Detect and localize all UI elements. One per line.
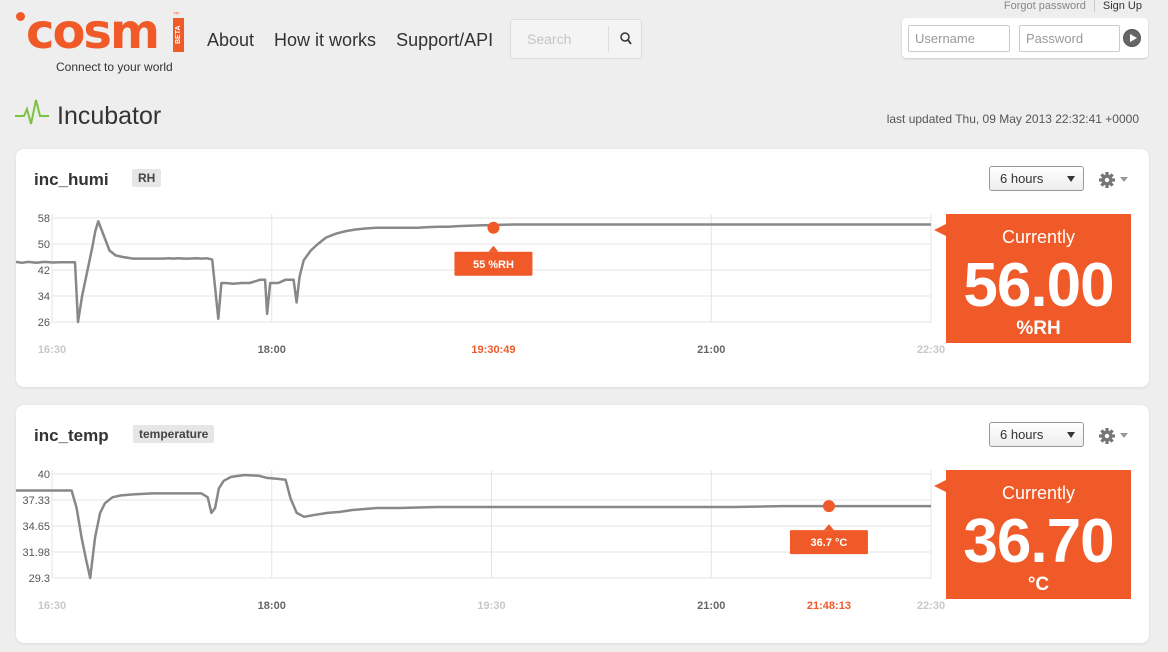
datastream-tag[interactable]: temperature [133, 425, 215, 443]
x-tick-label: 21:48:13 [807, 600, 851, 612]
datastream-panel: inc_temp temperature 6 hours 40 37.33 34.6… [16, 405, 1149, 643]
x-tick-label: 22:30 [917, 600, 945, 612]
current-value: 36.70 [963, 507, 1114, 576]
current-unit: %RH [1016, 318, 1061, 339]
search-box [510, 19, 642, 59]
x-tick-label: 19:30 [477, 600, 505, 612]
password-field[interactable] [1019, 25, 1120, 52]
y-tick-label: 58 [38, 213, 50, 225]
sign-up-link[interactable]: Sign Up [1093, 0, 1150, 12]
y-tick-label: 37.33 [22, 495, 50, 507]
y-tick-label: 29.3 [29, 573, 50, 585]
logo-tagline: Connect to your world [56, 60, 173, 74]
tooltip-label: 55 %RH [473, 259, 514, 271]
gear-icon[interactable] [1098, 170, 1130, 190]
datastream-name[interactable]: inc_temp [34, 426, 109, 446]
current-label: Currently [1001, 227, 1076, 247]
main-nav: About How it works Support/API [207, 30, 493, 51]
login-submit-button[interactable] [1123, 29, 1141, 47]
datastream-chart[interactable]: 40 37.33 34.65 31.98 29.3 16:30 18:00 19:30 21:0… [16, 460, 946, 620]
y-tick-label: 50 [38, 239, 50, 251]
current-value: 56.00 [963, 251, 1114, 320]
search-divider [608, 26, 609, 52]
tooltip-pointer [823, 524, 834, 531]
y-tick-label: 34.65 [22, 521, 50, 533]
datastream-panel: inc_humi RH 6 hours 58 50 42 34 26 16:30 18:00… [15, 149, 1149, 387]
current-label: Currently [1001, 483, 1076, 503]
tooltip-pointer [488, 245, 499, 252]
page-title: Incubator [57, 102, 162, 130]
datastream-name[interactable]: inc_humi [34, 170, 109, 190]
account-links: Forgot password Sign Up [996, 0, 1150, 12]
logo-beta-badge: BETA [173, 18, 184, 52]
current-value-box: Currently 56.00 %RH [934, 214, 1131, 343]
x-tick-label: 21:00 [697, 600, 725, 612]
y-tick-label: 34 [38, 291, 50, 303]
x-tick-label: 18:00 [258, 600, 286, 612]
y-tick-label: 40 [38, 469, 50, 481]
login-form [902, 18, 1148, 58]
y-tick-label: 31.98 [22, 547, 50, 559]
search-button[interactable] [612, 26, 640, 52]
x-tick-label: 21:00 [697, 344, 725, 356]
current-value-box: Currently 36.70 °C [934, 470, 1131, 599]
cosm-logo[interactable]: cosm ™ BETA Connect to your world [16, 4, 186, 74]
x-tick-label: 16:30 [38, 600, 66, 612]
y-tick-label: 26 [38, 317, 50, 329]
nav-how-it-works[interactable]: How it works [274, 30, 376, 51]
y-tick-label: 42 [38, 265, 50, 277]
x-tick-label: 22:30 [917, 344, 945, 356]
search-input[interactable] [517, 29, 607, 49]
tooltip-label: 36.7 °C [811, 537, 848, 549]
hover-point [822, 500, 835, 513]
x-tick-label: 19:30:49 [471, 344, 515, 356]
hover-point [487, 221, 500, 234]
current-unit: °C [1027, 574, 1050, 595]
search-icon [620, 32, 632, 45]
forgot-password-link[interactable]: Forgot password [996, 0, 1094, 12]
datastream-tag[interactable]: RH [132, 169, 162, 187]
datastream-chart[interactable]: 58 50 42 34 26 16:30 18:00 19:30:49 21:00 22:30 55… [15, 204, 946, 364]
logo-text: cosm [26, 4, 160, 60]
last-updated: last updated Thu, 09 May 2013 22:32:41 +… [886, 112, 1139, 126]
time-range-select[interactable]: 6 hours [989, 166, 1084, 191]
x-tick-label: 18:00 [258, 344, 286, 356]
username-field[interactable] [908, 25, 1010, 52]
nav-about[interactable]: About [207, 30, 254, 51]
nav-support-api[interactable]: Support/API [396, 30, 493, 51]
x-tick-label: 16:30 [38, 344, 66, 356]
pulse-icon [15, 99, 49, 125]
time-range-select[interactable]: 6 hours [989, 422, 1084, 447]
gear-icon[interactable] [1098, 426, 1130, 446]
logo-dot [16, 12, 25, 21]
